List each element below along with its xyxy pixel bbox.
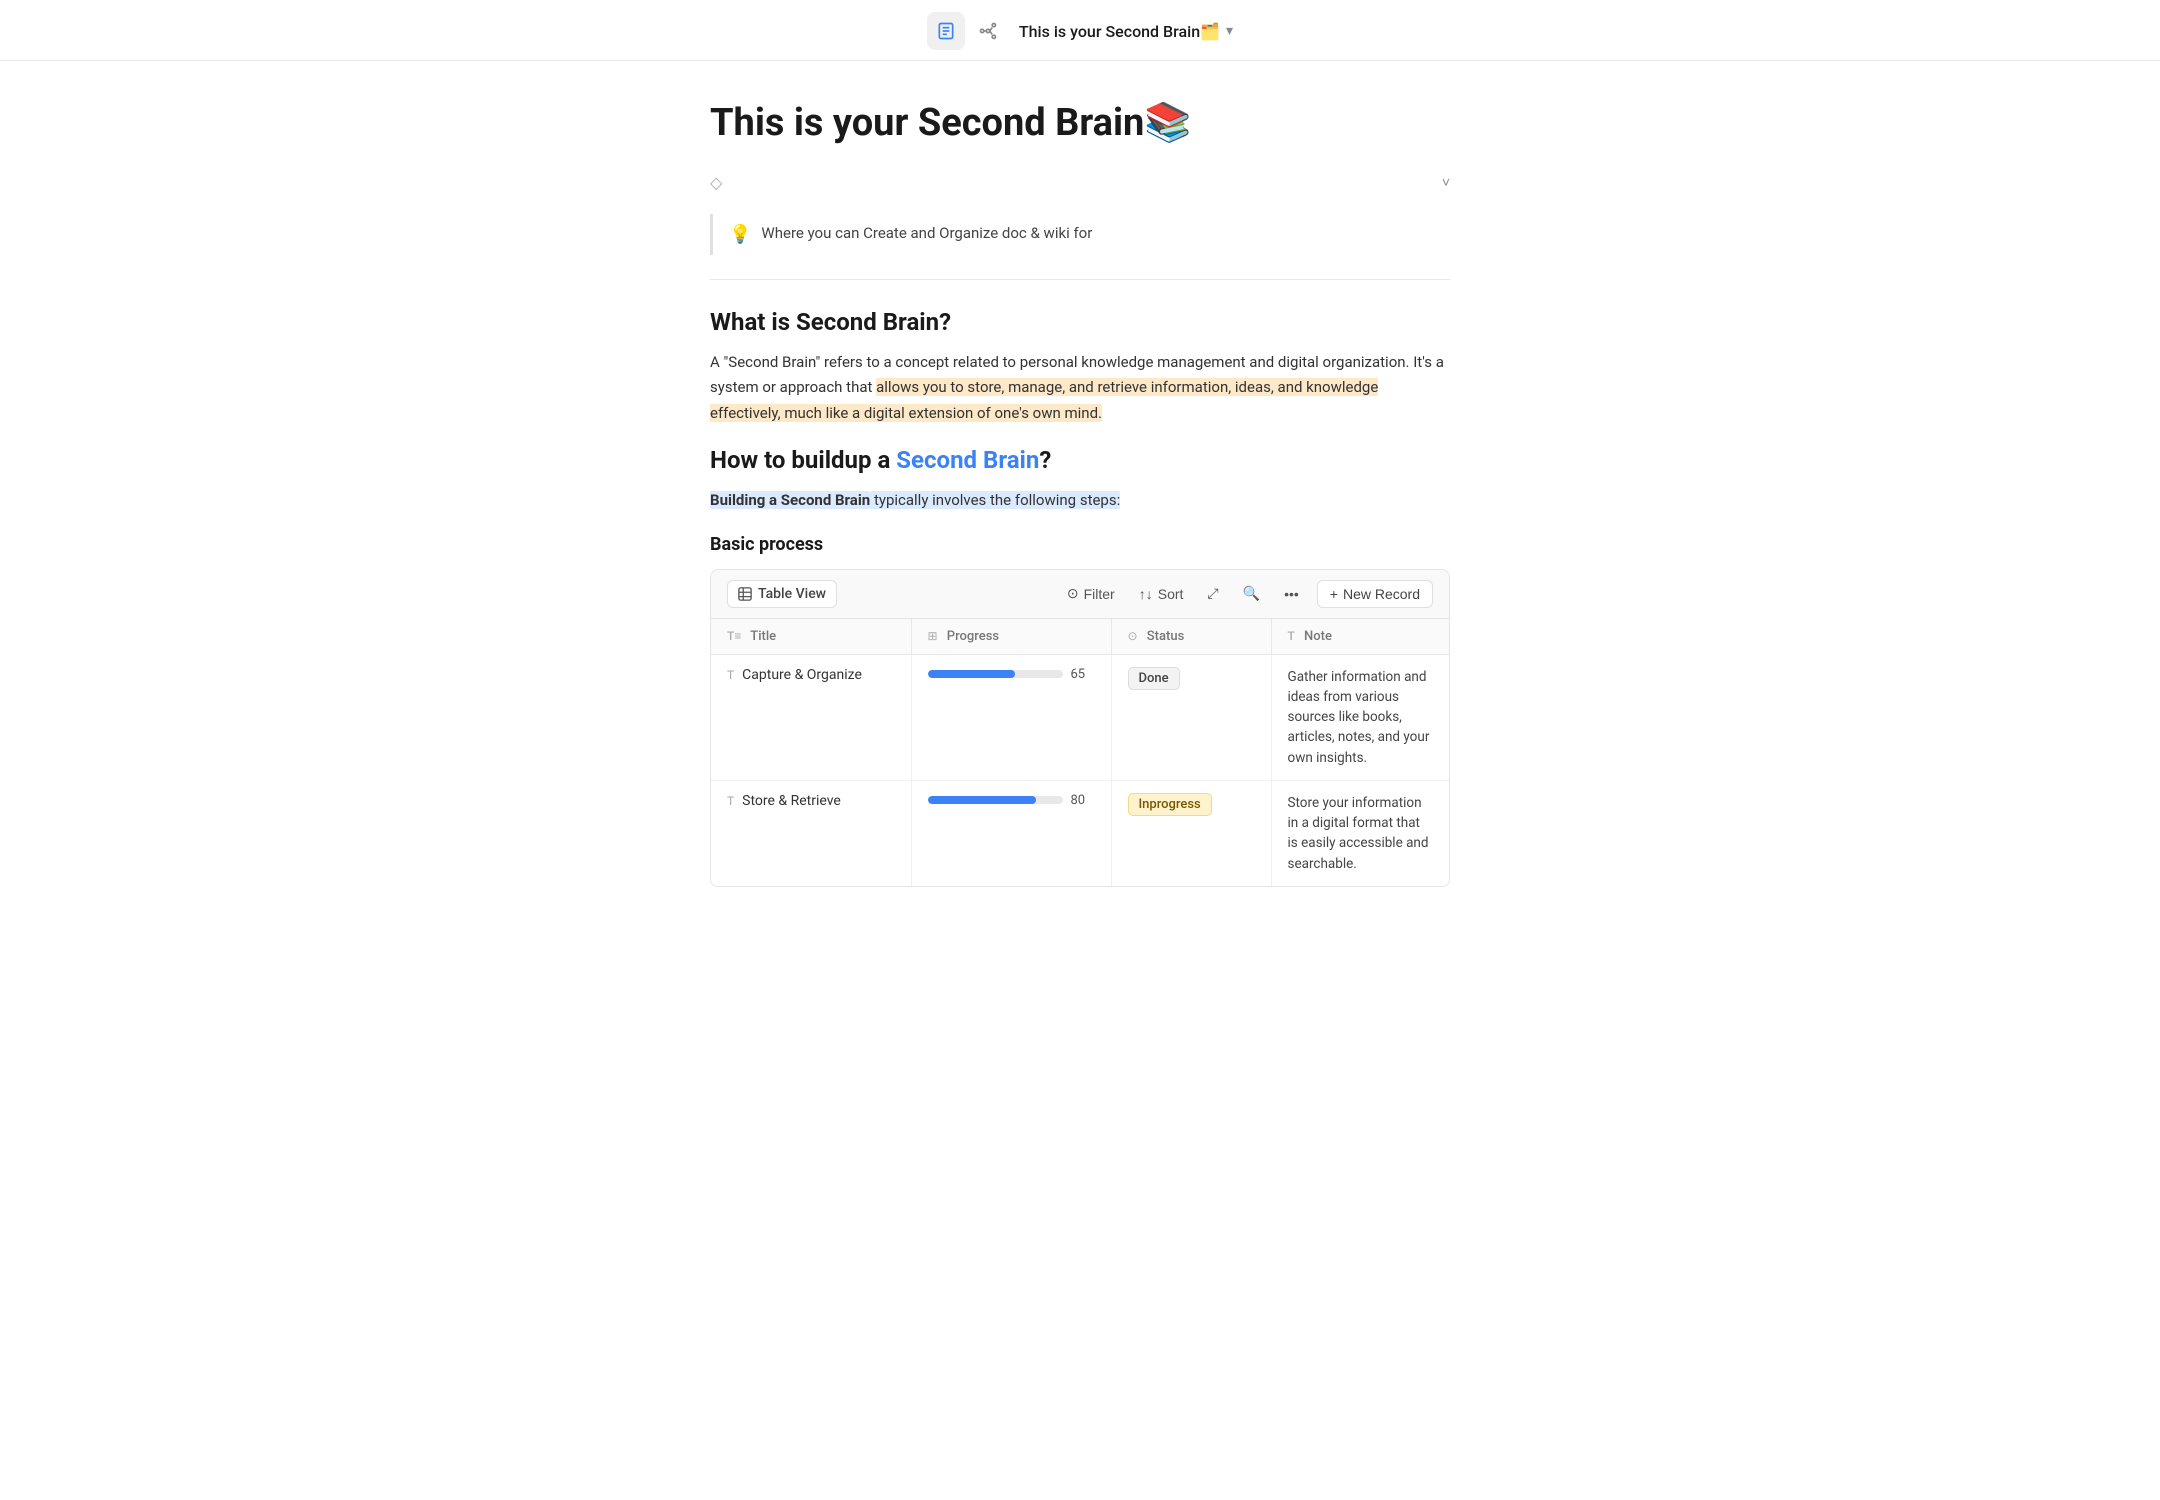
table-row: T Store & Retrieve 80 Inprogress Store you…: [711, 780, 1449, 886]
table-view-button[interactable]: Table View: [727, 580, 837, 608]
progress-bar-background: [928, 796, 1063, 804]
network-view-button[interactable]: [969, 12, 1007, 50]
cell-status-1[interactable]: Inprogress: [1111, 780, 1271, 886]
col-header-title: T≡ Title: [711, 619, 911, 655]
tag-icon: ◇: [710, 173, 722, 192]
callout-text: Where you can Create and Organize doc & …: [761, 224, 1092, 242]
row-type-icon: T: [727, 794, 734, 808]
steps-para: Building a Second Brain typically involv…: [710, 488, 1450, 514]
new-record-button[interactable]: + New Record: [1317, 580, 1433, 608]
toolbar-actions: ⊙ Filter ↑↓ Sort ⤢ 🔍 ••• + Ne: [1061, 580, 1433, 608]
sort-button[interactable]: ↑↓ Sort: [1133, 582, 1190, 606]
expand-icon: ⤢: [1207, 585, 1218, 602]
cell-status-0[interactable]: Done: [1111, 654, 1271, 780]
cell-progress-1: 80: [911, 780, 1111, 886]
cell-note-0: Gather information and ideas from variou…: [1271, 654, 1449, 780]
data-table: T≡ Title ⊞ Progress ⊙ Status T Note: [711, 619, 1449, 886]
nav-title-area[interactable]: This is your Second Brain🗂️ ▾: [1019, 22, 1233, 41]
how-to-heading: How to buildup a Second Brain?: [710, 446, 1450, 474]
status-col-icon: ⊙: [1128, 629, 1138, 643]
basic-process-heading: Basic process: [710, 534, 1450, 555]
more-button[interactable]: •••: [1278, 582, 1305, 606]
page-title: This is your Second Brain📚: [710, 101, 1450, 147]
top-nav: This is your Second Brain🗂️ ▾: [0, 0, 2160, 61]
nav-title: This is your Second Brain🗂️: [1019, 22, 1220, 41]
cell-note-1: Store your information in a digital form…: [1271, 780, 1449, 886]
col-header-progress: ⊞ Progress: [911, 619, 1111, 655]
steps-highlight: typically involves the following steps:: [870, 491, 1120, 509]
sort-label: Sort: [1158, 586, 1184, 602]
col-header-status: ⊙ Status: [1111, 619, 1271, 655]
properties-left: ◇: [710, 173, 722, 192]
what-is-body: A "Second Brain" refers to a concept rel…: [710, 350, 1450, 427]
header-row: T≡ Title ⊞ Progress ⊙ Status T Note: [711, 619, 1449, 655]
main-content: This is your Second Brain📚 ◇ ˅ 💡 Where y…: [630, 61, 1530, 947]
cell-title-1[interactable]: T Store & Retrieve: [711, 780, 911, 886]
table-row: T Capture & Organize 65 Done Gather inform…: [711, 654, 1449, 780]
cell-progress-0: 65: [911, 654, 1111, 780]
callout-block: 💡 Where you can Create and Organize doc …: [710, 214, 1450, 255]
cell-title-0[interactable]: T Capture & Organize: [711, 654, 911, 780]
table-toolbar: Table View ⊙ Filter ↑↓ Sort ⤢ 🔍 ••: [711, 570, 1449, 619]
more-icon: •••: [1284, 586, 1299, 602]
table-header: T≡ Title ⊞ Progress ⊙ Status T Note: [711, 619, 1449, 655]
section-divider: [710, 279, 1450, 280]
progress-number: 80: [1071, 793, 1095, 808]
callout-emoji: 💡: [729, 224, 751, 245]
doc-view-button[interactable]: [927, 12, 965, 50]
progress-bar-container: 65: [928, 667, 1095, 682]
what-is-heading: What is Second Brain?: [710, 308, 1450, 336]
progress-bar-background: [928, 670, 1063, 678]
properties-row: ◇ ˅: [710, 167, 1450, 198]
nav-chevron-icon: ▾: [1226, 23, 1233, 39]
how-heading-link[interactable]: Second Brain: [896, 446, 1039, 474]
filter-icon: ⊙: [1067, 585, 1079, 602]
status-badge: Inprogress: [1128, 793, 1212, 816]
table-view-label-text: Table View: [758, 586, 826, 602]
status-badge: Done: [1128, 667, 1180, 690]
progress-bar-fill: [928, 796, 1036, 804]
col-status-label: Status: [1147, 629, 1184, 644]
expand-button[interactable]: ⤢: [1201, 581, 1224, 606]
progress-col-icon: ⊞: [928, 629, 938, 643]
search-icon: 🔍: [1243, 585, 1260, 602]
note-col-icon: T: [1288, 629, 1295, 643]
how-heading-suffix: ?: [1039, 446, 1051, 474]
row-title-text: Capture & Organize: [742, 667, 862, 683]
how-heading-prefix: How to buildup a: [710, 446, 896, 474]
filter-button[interactable]: ⊙ Filter: [1061, 581, 1121, 606]
table-view-container: Table View ⊙ Filter ↑↓ Sort ⤢ 🔍 ••: [710, 569, 1450, 887]
col-title-label: Title: [750, 629, 776, 644]
properties-chevron-icon: ˅: [1442, 174, 1450, 191]
col-progress-label: Progress: [947, 629, 999, 644]
progress-number: 65: [1071, 667, 1095, 682]
row-type-icon: T: [727, 668, 734, 682]
nav-center: This is your Second Brain🗂️ ▾: [927, 12, 1233, 50]
progress-bar-fill: [928, 670, 1016, 678]
steps-bold: Building a Second Brain: [710, 491, 870, 509]
col-note-label: Note: [1304, 629, 1332, 644]
table-body: T Capture & Organize 65 Done Gather inform…: [711, 654, 1449, 886]
search-button[interactable]: 🔍: [1237, 581, 1266, 606]
note-text: Gather information and ideas from variou…: [1288, 669, 1430, 766]
row-title-text: Store & Retrieve: [742, 793, 841, 809]
new-record-label: New Record: [1343, 586, 1420, 602]
progress-bar-container: 80: [928, 793, 1095, 808]
note-text: Store your information in a digital form…: [1288, 795, 1429, 872]
col-header-note: T Note: [1271, 619, 1449, 655]
filter-label: Filter: [1084, 586, 1115, 602]
title-col-icon: T≡: [727, 629, 741, 643]
sort-icon: ↑↓: [1139, 586, 1153, 602]
plus-icon: +: [1330, 586, 1338, 602]
